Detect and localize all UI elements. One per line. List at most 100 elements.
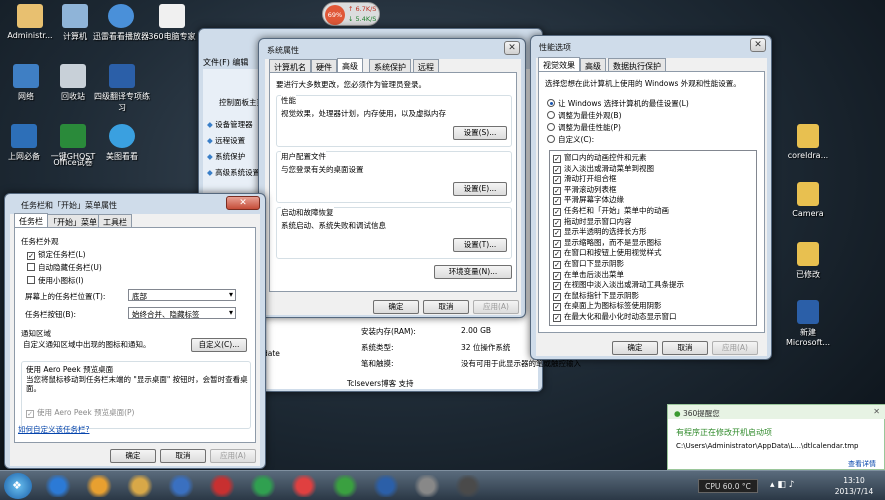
position-select[interactable]: 底部: [128, 289, 236, 301]
menu-file[interactable]: 文件(F): [203, 58, 230, 67]
tab-advanced[interactable]: 高级: [337, 58, 363, 72]
effect-item[interactable]: ✓ 在窗口和按钮上使用视觉样式: [553, 248, 753, 259]
desktop-icon-label: coreldra...: [787, 151, 829, 160]
taskbar-app-icon[interactable]: [44, 475, 72, 497]
taskbar-app-icon[interactable]: [413, 475, 441, 497]
menu-edit[interactable]: 编辑: [232, 58, 248, 67]
cancel-button[interactable]: 取消: [160, 449, 206, 463]
desktop-icon-360[interactable]: 360电脑专家: [142, 4, 202, 42]
help-link[interactable]: 如何自定义该任务栏?: [18, 424, 89, 435]
tab-start-menu[interactable]: 「开始」菜单: [44, 214, 102, 227]
appearance-checkbox[interactable]: 使用小图标(I): [27, 274, 102, 287]
taskbar-app-icon[interactable]: [126, 475, 154, 497]
appearance-checkbox[interactable]: ✓ 锁定任务栏(L): [27, 248, 102, 261]
cancel-button[interactable]: 取消: [423, 300, 469, 314]
effect-item[interactable]: ✓ 在单击后淡出菜单: [553, 270, 753, 281]
effect-item[interactable]: ✓ 在视图中淡入淡出或滑动工具条提示: [553, 280, 753, 291]
effect-item[interactable]: ✓ 显示半透明的选择长方形: [553, 227, 753, 238]
tab-advanced[interactable]: 高级: [580, 58, 606, 71]
apply-button[interactable]: 应用(A): [473, 300, 519, 314]
apply-button[interactable]: 应用(A): [712, 341, 758, 355]
sidebar-link-remote[interactable]: ◆ 远程设置: [207, 135, 245, 146]
taskbar-app-icon[interactable]: [454, 475, 482, 497]
clock[interactable]: 13:10 2013/7/14: [828, 475, 880, 497]
environment-variables-button[interactable]: 环境变量(N)...: [434, 265, 512, 279]
radio-option[interactable]: 调整为最佳外观(B): [547, 110, 689, 122]
tab-hardware[interactable]: 硬件: [311, 59, 337, 72]
effect-item[interactable]: ✓ 拖动时显示窗口内容: [553, 217, 753, 228]
360-logo-icon: ●: [674, 409, 681, 418]
tray-icons[interactable]: ▴ ◧ ♪: [770, 480, 795, 490]
sidebar-link-protection[interactable]: ◆ 系统保护: [207, 151, 245, 162]
sidebar-link-advanced[interactable]: ◆ 高级系统设置: [207, 167, 260, 178]
radio-option[interactable]: 自定义(C):: [547, 134, 689, 146]
network-icon: [13, 64, 39, 88]
close-icon: ✕: [508, 43, 516, 53]
desktop-icon-modified[interactable]: 已修改: [778, 242, 838, 280]
startup-settings-button[interactable]: 设置(T)...: [453, 238, 507, 252]
taskbar-app-icon[interactable]: [372, 475, 400, 497]
peek-checkbox[interactable]: ✓ 使用 Aero Peek 预览桌面(P): [26, 407, 134, 418]
desktop-icon-cet4[interactable]: 四级翻译专项练习: [92, 64, 152, 113]
appearance-checkbox[interactable]: 自动隐藏任务栏(U): [27, 261, 102, 274]
tab-toolbars[interactable]: 工具栏: [98, 214, 132, 227]
notify-title: 通知区域: [21, 329, 51, 338]
ok-button[interactable]: 确定: [110, 449, 156, 463]
effects-list[interactable]: ✓ 窗口内的动画控件和元素 ✓ 淡入淡出或滑动菜单到视图 ✓ 滑动打开组合框 ✓ 平滑滚动列表…: [549, 150, 757, 326]
toast-detail-link[interactable]: 查看详情: [848, 459, 876, 469]
effect-item[interactable]: ✓ 任务栏和「开始」菜单中的动画: [553, 206, 753, 217]
customize-button[interactable]: 自定义(C)...: [191, 338, 247, 352]
tab-system-protection[interactable]: 系统保护: [369, 59, 411, 72]
buttons-select[interactable]: 始终合并、隐藏标签: [128, 307, 236, 319]
tab-computer-name[interactable]: 计算机名: [269, 59, 311, 72]
taskbar-app-icon[interactable]: [331, 475, 359, 497]
tab-visual-effects[interactable]: 视觉效果: [538, 57, 580, 71]
close-button[interactable]: ✕: [226, 196, 260, 210]
taskbar-app-icon[interactable]: [167, 475, 195, 497]
effect-item[interactable]: ✓ 平滑滚动列表框: [553, 185, 753, 196]
sidebar-link-device-manager[interactable]: ◆ 设备管理器: [207, 119, 253, 130]
desktop-icon-coreldraw[interactable]: coreldra...: [778, 124, 838, 160]
desktop-icon-office-label[interactable]: Office试卷: [43, 157, 103, 168]
effect-item[interactable]: ✓ 窗口内的动画控件和元素: [553, 153, 753, 164]
toast-headline: 有程序正在修改开机启动项: [676, 428, 772, 437]
effects-items: ✓ 窗口内的动画控件和元素 ✓ 淡入淡出或滑动菜单到视图 ✓ 滑动打开组合框 ✓ 平滑滚动列表…: [553, 153, 753, 323]
close-button[interactable]: ✕: [504, 41, 520, 55]
taskbar-properties-dialog: 任务栏和「开始」菜单属性 ✕ 任务栏 「开始」菜单 工具栏 任务栏外观 ✓ 锁定任…: [4, 193, 266, 469]
cancel-button[interactable]: 取消: [662, 341, 708, 355]
toast-close[interactable]: ✕: [873, 407, 880, 416]
radio-option[interactable]: 调整为最佳性能(P): [547, 122, 689, 134]
close-button[interactable]: ✕: [750, 38, 766, 52]
effect-item[interactable]: ✓ 在窗口下显示阴影: [553, 259, 753, 270]
effect-item[interactable]: ✓ 在桌面上为图标标签使用阴影: [553, 301, 753, 312]
taskbar-app-icon[interactable]: [208, 475, 236, 497]
profiles-settings-button[interactable]: 设置(E)...: [453, 182, 507, 196]
desktop-icon-label: Office试卷: [53, 158, 93, 167]
start-button[interactable]: ❖: [4, 473, 32, 499]
visual-effects-radio-group: 让 Windows 选择计算机的最佳设置(L) 调整为最佳外观(B) 调整为最佳性能…: [547, 98, 689, 146]
group-title: 用户配置文件: [281, 151, 326, 162]
taskbar-app-icon[interactable]: [85, 475, 113, 497]
effect-item[interactable]: ✓ 在最大化和最小化时动态显示窗口: [553, 312, 753, 323]
network-speed-widget[interactable]: 69% ↑ 6.7K/S ↓ 5.4K/S: [322, 2, 380, 26]
ok-button[interactable]: 确定: [373, 300, 419, 314]
effect-item[interactable]: ✓ 淡入淡出或滑动菜单到视图: [553, 164, 753, 175]
tab-dep[interactable]: 数据执行保护: [608, 58, 666, 71]
desktop-icon-camera[interactable]: Camera: [778, 182, 838, 218]
effect-item[interactable]: ✓ 平滑屏幕字体边缘: [553, 195, 753, 206]
upload-speed: ↑ 6.7K/S: [348, 5, 377, 13]
ok-button[interactable]: 确定: [612, 341, 658, 355]
download-speed: ↓ 5.4K/S: [348, 15, 377, 23]
radio-option[interactable]: 让 Windows 选择计算机的最佳设置(L): [547, 98, 689, 110]
tab-remote[interactable]: 远程: [413, 59, 439, 72]
taskbar-app-icon[interactable]: [290, 475, 318, 497]
taskbar-app-icon[interactable]: [249, 475, 277, 497]
apply-button[interactable]: 应用(A): [210, 449, 256, 463]
tab-taskbar[interactable]: 任务栏: [14, 213, 48, 227]
effect-item[interactable]: ✓ 显示缩略图，而不是显示图标: [553, 238, 753, 249]
effect-item[interactable]: ✓ 滑动打开组合框: [553, 174, 753, 185]
appearance-checks: ✓ 锁定任务栏(L) 自动隐藏任务栏(U) 使用小图标(I): [27, 248, 102, 287]
effect-item[interactable]: ✓ 在鼠标指针下显示阴影: [553, 291, 753, 302]
desktop-icon-new-word[interactable]: 新建Microsoft...: [778, 300, 838, 347]
performance-settings-button[interactable]: 设置(S)...: [453, 126, 507, 140]
